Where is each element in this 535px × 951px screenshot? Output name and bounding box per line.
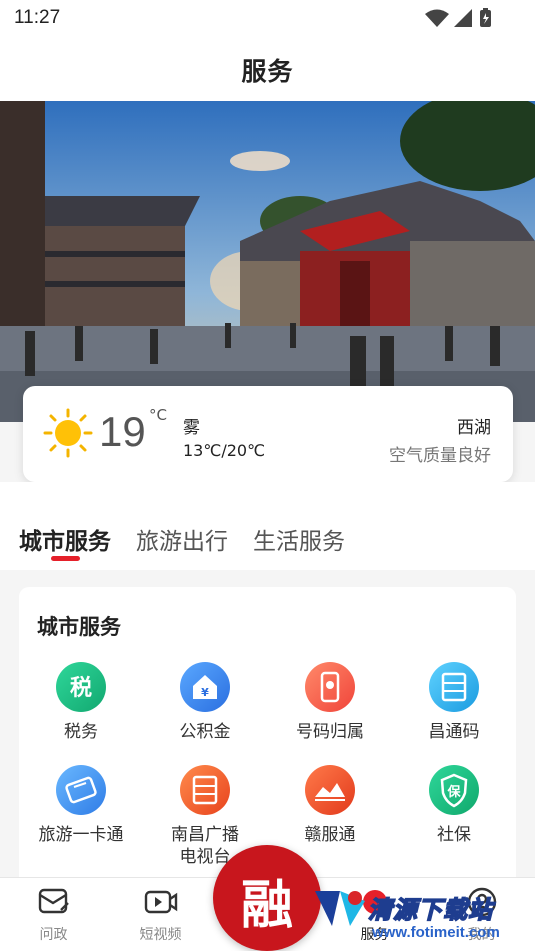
fab-logo-glyph: 融	[240, 875, 293, 936]
page-title: 服务	[241, 57, 294, 86]
signal-icon	[454, 9, 472, 27]
service-ganfutong[interactable]: 赣服通	[268, 765, 392, 846]
tab-life-services[interactable]: 生活服务	[253, 522, 345, 556]
service-label: 旅游一卡通	[38, 825, 124, 845]
watermark-emblem-icon	[315, 891, 365, 926]
video-icon	[144, 890, 177, 914]
title-bar: 服务	[0, 38, 535, 101]
banner-scene	[0, 101, 535, 422]
banner-image[interactable]	[0, 101, 535, 422]
ganfutong-icon	[305, 765, 355, 815]
sunny-icon	[43, 408, 93, 458]
status-bar: 11:27	[0, 0, 535, 38]
service-social-security[interactable]: 保 社保	[392, 765, 516, 846]
svg-text:保: 保	[446, 784, 461, 800]
svg-text:¥: ¥	[201, 686, 209, 699]
inquiry-icon	[38, 888, 69, 914]
service-page: 11:27 服务 19 °C 雾 13℃/20℃ 西湖 空气质量良好 城市服务 …	[0, 0, 535, 951]
service-phone-location[interactable]: 号码归属	[268, 662, 392, 743]
tax-icon: 税	[56, 662, 106, 712]
nav-short-video[interactable]: 短视频	[107, 878, 214, 951]
air-quality: 空气质量良好	[389, 446, 491, 466]
service-label: 税务	[64, 722, 98, 742]
active-tab-indicator	[51, 556, 80, 561]
watermark-logo: 清源下载站 www.fotimeit.com	[310, 880, 535, 951]
service-label: 赣服通	[304, 825, 356, 845]
nav-inquiry[interactable]: 问政	[0, 878, 107, 951]
weather-card[interactable]: 19 °C 雾 13℃/20℃ 西湖 空气质量良好	[23, 386, 513, 482]
service-label: 社保	[437, 825, 471, 845]
wifi-icon	[425, 9, 449, 27]
service-label: 昌通码	[428, 722, 480, 742]
city-services-card: 城市服务 税 税务 ¥ 公积金 号码归属 昌通码 旅游一卡通 南昌广播电视台 赣…	[19, 587, 516, 887]
center-fab-button[interactable]: 融	[213, 845, 321, 951]
svg-text:税: 税	[70, 675, 92, 701]
service-label: 号码归属	[296, 722, 364, 742]
service-changtong-code[interactable]: 昌通码	[392, 662, 516, 743]
changtong-code-icon	[429, 662, 479, 712]
section-title: 城市服务	[37, 615, 121, 639]
housing-fund-icon: ¥	[180, 662, 230, 712]
tab-city-services[interactable]: 城市服务	[19, 522, 111, 556]
phone-location-icon	[305, 662, 355, 712]
service-tax[interactable]: 税 税务	[19, 662, 143, 743]
weather-condition: 雾	[183, 418, 200, 438]
social-security-icon: 保	[429, 765, 479, 815]
nav-label: 问政	[39, 927, 68, 943]
weather-location: 西湖	[457, 418, 491, 438]
watermark-title: 清源下载站	[367, 895, 493, 925]
system-status-icons	[425, 8, 491, 27]
watermark-url: www.fotimeit.com	[372, 924, 500, 941]
category-tabs: 城市服务 旅游出行 生活服务	[0, 482, 535, 570]
temperature-range: 13℃/20℃	[183, 441, 266, 460]
temperature-value: 19	[99, 408, 146, 455]
service-travel-card[interactable]: 旅游一卡通	[19, 765, 143, 846]
service-label: 公积金	[179, 722, 231, 742]
travel-card-icon	[56, 765, 106, 815]
status-time: 11:27	[14, 7, 61, 28]
temperature-unit: °C	[149, 406, 167, 424]
tv-station-icon	[180, 765, 230, 815]
service-housing-fund[interactable]: ¥ 公积金	[143, 662, 267, 743]
tab-travel[interactable]: 旅游出行	[136, 522, 228, 556]
nav-label: 短视频	[139, 927, 182, 943]
